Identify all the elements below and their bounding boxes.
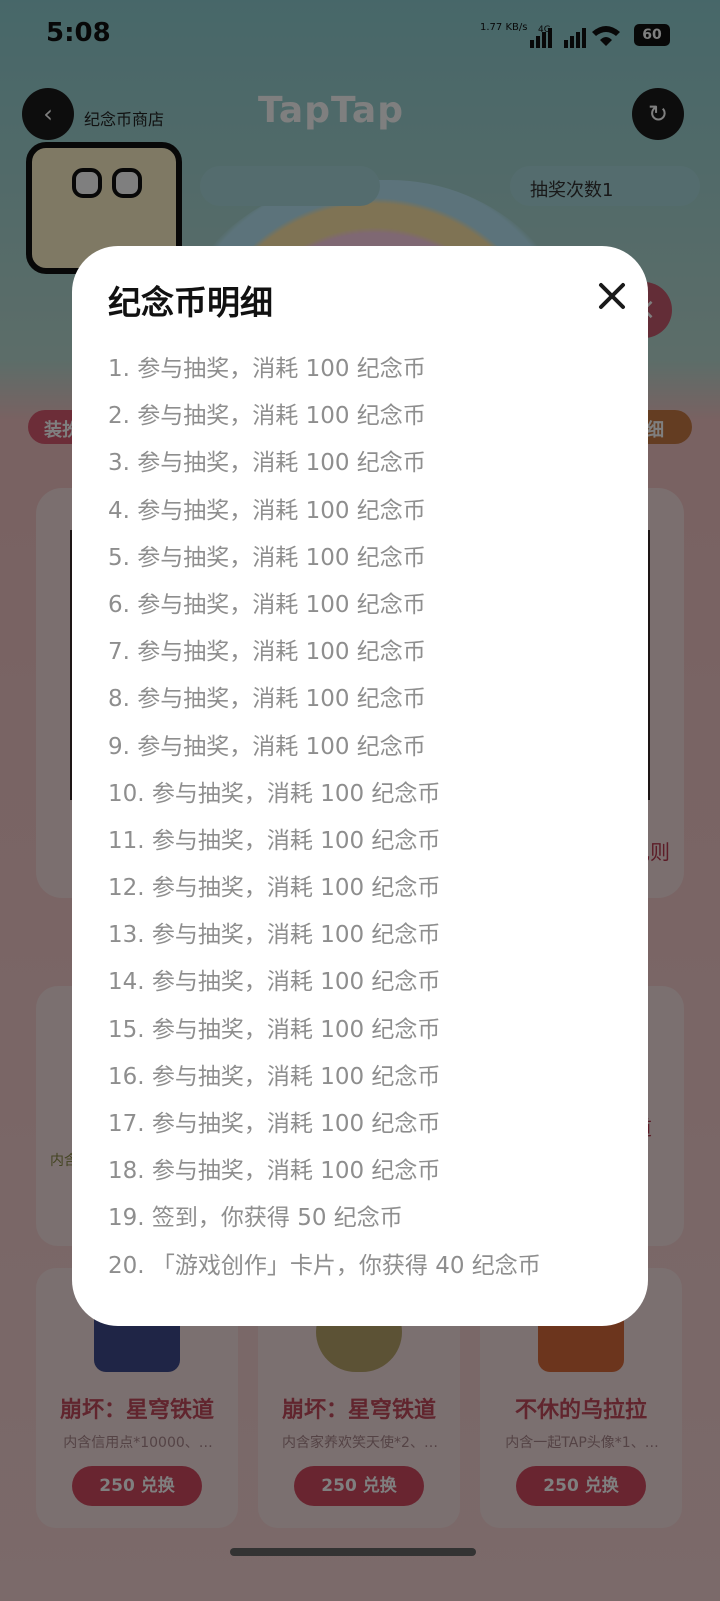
- list-item: 6. 参与抽奖，消耗 100 纪念币: [108, 591, 426, 618]
- close-icon[interactable]: [592, 276, 632, 316]
- list-item: 19. 签到，你获得 50 纪念币: [108, 1205, 403, 1232]
- home-indicator[interactable]: [230, 1548, 476, 1556]
- list-item: 11. 参与抽奖，消耗 100 纪念币: [108, 827, 441, 854]
- list-item: 18. 参与抽奖，消耗 100 纪念币: [108, 1158, 441, 1185]
- list-item: 10. 参与抽奖，消耗 100 纪念币: [108, 780, 441, 807]
- list-item: 1. 参与抽奖，消耗 100 纪念币: [108, 356, 426, 382]
- list-item: 7. 参与抽奖，消耗 100 纪念币: [108, 639, 426, 666]
- coin-details-modal: 纪念币明细 1. 参与抽奖，消耗 100 纪念币 2. 参与抽奖，消耗 100 …: [72, 246, 648, 1326]
- list-item: 14. 参与抽奖，消耗 100 纪念币: [108, 969, 441, 996]
- list-item: 12. 参与抽奖，消耗 100 纪念币: [108, 875, 441, 902]
- list-item: 20. 「游戏创作」卡片，你获得 40 纪念币: [108, 1252, 541, 1279]
- list-item: 4. 参与抽奖，消耗 100 纪念币: [108, 497, 426, 524]
- list-item: 16. 参与抽奖，消耗 100 纪念币: [108, 1063, 441, 1090]
- list-item: 8. 参与抽奖，消耗 100 纪念币: [108, 686, 426, 713]
- list-item: 9. 参与抽奖，消耗 100 纪念币: [108, 733, 426, 760]
- list-item: 5. 参与抽奖，消耗 100 纪念币: [108, 544, 426, 571]
- list-item: 15. 参与抽奖，消耗 100 纪念币: [108, 1016, 441, 1043]
- list-item: 13. 参与抽奖，消耗 100 纪念币: [108, 922, 441, 949]
- list-item: 17. 参与抽奖，消耗 100 纪念币: [108, 1111, 441, 1137]
- list-item: 3. 参与抽奖，消耗 100 纪念币: [108, 450, 426, 477]
- list-item: 2. 参与抽奖，消耗 100 纪念币: [108, 403, 426, 430]
- coin-history-list: 1. 参与抽奖，消耗 100 纪念币 2. 参与抽奖，消耗 100 纪念币 3.…: [108, 346, 628, 1290]
- modal-title: 纪念币明细: [108, 283, 273, 322]
